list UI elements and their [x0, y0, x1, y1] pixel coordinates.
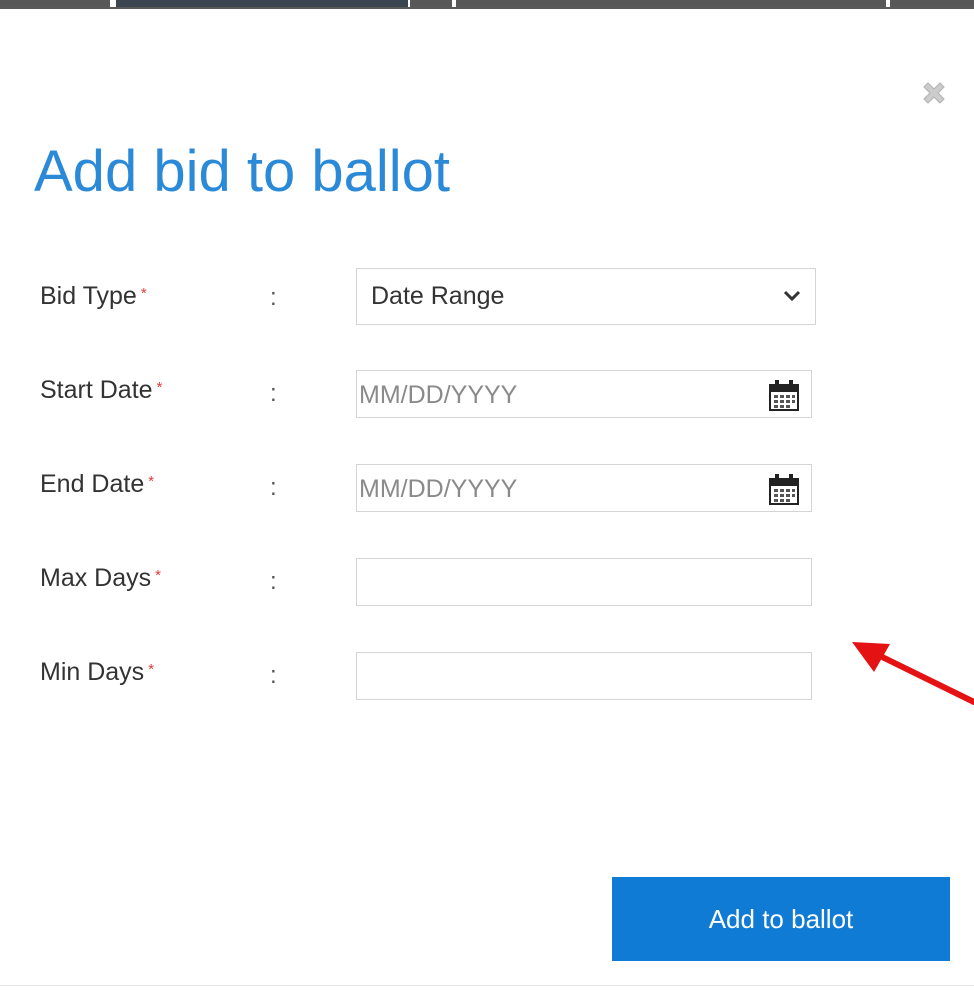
required-marker: *: [148, 473, 155, 490]
start-date-placeholder: MM/DD/YYYY: [359, 381, 518, 409]
required-marker: *: [156, 379, 163, 396]
top-border: [0, 0, 974, 9]
required-marker: *: [148, 661, 155, 678]
calendar-icon[interactable]: [769, 379, 799, 411]
chevron-down-icon: [783, 290, 801, 302]
max-days-label-text: Max Days: [40, 564, 152, 592]
field-separator: :: [270, 474, 277, 501]
field-separator: :: [270, 662, 277, 689]
required-marker: *: [155, 567, 161, 584]
min-days-label: Min Days *: [40, 658, 154, 687]
top-border-line: [0, 7, 974, 9]
end-date-label: End Date *: [40, 470, 154, 499]
min-days-input[interactable]: [356, 652, 812, 700]
bottom-divider: [0, 985, 974, 986]
annotation-arrow-icon: [852, 642, 974, 705]
bid-type-label: Bid Type *: [40, 282, 147, 311]
bid-type-label-text: Bid Type: [40, 282, 137, 310]
start-date-label: Start Date *: [40, 376, 162, 405]
field-separator: :: [270, 380, 277, 407]
add-to-ballot-button[interactable]: Add to ballot: [612, 877, 950, 961]
field-separator: :: [270, 568, 277, 595]
end-date-label-text: End Date: [40, 470, 145, 498]
bid-type-select[interactable]: Date Range: [356, 268, 816, 325]
dialog-title: Add bid to ballot: [34, 139, 450, 204]
max-days-label: Max Days *: [40, 564, 161, 593]
calendar-icon[interactable]: [769, 473, 799, 505]
required-marker: *: [140, 285, 147, 302]
bid-type-selected-value: Date Range: [371, 282, 505, 310]
min-days-label-text: Min Days: [40, 658, 145, 686]
close-button[interactable]: [918, 78, 950, 108]
start-date-input[interactable]: MM/DD/YYYY: [356, 370, 812, 418]
end-date-placeholder: MM/DD/YYYY: [359, 475, 518, 503]
max-days-input[interactable]: [356, 558, 812, 606]
start-date-label-text: Start Date: [40, 376, 153, 404]
end-date-input[interactable]: MM/DD/YYYY: [356, 464, 812, 512]
close-icon: [923, 82, 945, 104]
field-separator: :: [270, 284, 277, 311]
